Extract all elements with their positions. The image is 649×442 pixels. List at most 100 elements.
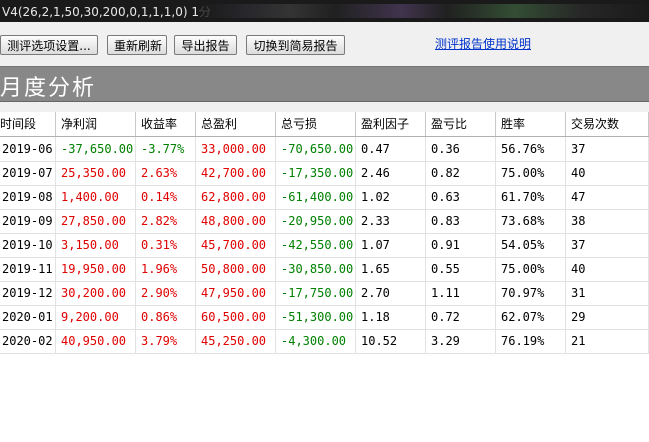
cell-win-rate: 61.70% xyxy=(496,185,566,209)
cell-period: 2019-10 xyxy=(0,233,56,257)
table-row[interactable]: 2019-08 1,400.00 0.14% 62,800.00 -61,400.00 1… xyxy=(0,185,649,210)
report-help-link[interactable]: 测评报告使用说明 xyxy=(435,35,531,52)
cell-profit-factor: 1.02 xyxy=(356,185,426,209)
cell-win-rate: 56.76% xyxy=(496,137,566,161)
cell-period: 2020-01 xyxy=(0,305,56,329)
cell-net-profit: 19,950.00 xyxy=(56,257,136,281)
cell-win-loss-ratio: 1.11 xyxy=(426,281,496,305)
cell-gross-loss: -17,350.00 xyxy=(276,161,356,185)
section-title: 月度分析 xyxy=(0,76,97,101)
table-header: 时间段 净利润 收益率 总盈利 总亏损 盈利因子 盈亏比 胜率 交易次数 xyxy=(0,112,649,137)
cell-profit-factor: 2.70 xyxy=(356,281,426,305)
cell-win-loss-ratio: 0.82 xyxy=(426,161,496,185)
cell-gross-profit: 62,800.00 xyxy=(196,185,276,209)
column-header-gross-profit[interactable]: 总盈利 xyxy=(196,112,276,136)
cell-gross-loss: -51,300.00 xyxy=(276,305,356,329)
cell-win-loss-ratio: 0.91 xyxy=(426,233,496,257)
cell-return-rate: 0.31% xyxy=(136,233,196,257)
cell-return-rate: 2.90% xyxy=(136,281,196,305)
table-row[interactable]: 2020-02 40,950.00 3.79% 45,250.00 -4,300.00 1… xyxy=(0,329,649,354)
cell-profit-factor: 2.46 xyxy=(356,161,426,185)
title-bar: V4(26,2,1,50,30,200,0,1,1,1,0) 1分 xyxy=(0,0,649,22)
cell-return-rate: 1.96% xyxy=(136,257,196,281)
cell-profit-factor: 1.07 xyxy=(356,233,426,257)
cell-win-rate: 73.68% xyxy=(496,209,566,233)
cell-period: 2019-07 xyxy=(0,161,56,185)
column-header-period[interactable]: 时间段 xyxy=(0,112,56,136)
cell-gross-profit: 60,500.00 xyxy=(196,305,276,329)
cell-profit-factor: 0.47 xyxy=(356,137,426,161)
cell-net-profit: 40,950.00 xyxy=(56,329,136,353)
cell-net-profit: 9,200.00 xyxy=(56,305,136,329)
column-header-win-rate[interactable]: 胜率 xyxy=(496,112,566,136)
column-header-return-rate[interactable]: 收益率 xyxy=(136,112,196,136)
switch-simple-report-button[interactable]: 切换到简易报告 xyxy=(246,35,345,55)
cell-trade-count: 47 xyxy=(566,185,649,209)
table-row[interactable]: 2019-07 25,350.00 2.63% 42,700.00 -17,350.00… xyxy=(0,161,649,186)
column-header-net-profit[interactable]: 净利润 xyxy=(56,112,136,136)
cell-gross-profit: 42,700.00 xyxy=(196,161,276,185)
table-row[interactable]: 2019-09 27,850.00 2.82% 48,800.00 -20,950.00… xyxy=(0,209,649,234)
column-header-trade-count[interactable]: 交易次数 xyxy=(566,112,649,136)
cell-gross-loss: -61,400.00 xyxy=(276,185,356,209)
cell-trade-count: 37 xyxy=(566,137,649,161)
cell-trade-count: 31 xyxy=(566,281,649,305)
cell-gross-profit: 50,800.00 xyxy=(196,257,276,281)
cell-win-rate: 62.07% xyxy=(496,305,566,329)
cell-gross-loss: -4,300.00 xyxy=(276,329,356,353)
cell-trade-count: 21 xyxy=(566,329,649,353)
toolbar: 测评选项设置... 重新刷新 导出报告 切换到简易报告 测评报告使用说明 xyxy=(0,22,649,62)
export-report-button[interactable]: 导出报告 xyxy=(174,35,237,55)
cell-net-profit: 27,850.00 xyxy=(56,209,136,233)
cell-period: 2020-02 xyxy=(0,329,56,353)
cell-win-rate: 76.19% xyxy=(496,329,566,353)
title-bar-background xyxy=(200,4,649,18)
cell-trade-count: 29 xyxy=(566,305,649,329)
cell-net-profit: 25,350.00 xyxy=(56,161,136,185)
cell-win-loss-ratio: 3.29 xyxy=(426,329,496,353)
cell-gross-loss: -42,550.00 xyxy=(276,233,356,257)
cell-gross-loss: -17,750.00 xyxy=(276,281,356,305)
cell-gross-profit: 45,250.00 xyxy=(196,329,276,353)
cell-win-loss-ratio: 0.63 xyxy=(426,185,496,209)
cell-gross-profit: 48,800.00 xyxy=(196,209,276,233)
cell-period: 2019-08 xyxy=(0,185,56,209)
cell-net-profit: 3,150.00 xyxy=(56,233,136,257)
column-header-win-loss-ratio[interactable]: 盈亏比 xyxy=(426,112,496,136)
cell-gross-loss: -30,850.00 xyxy=(276,257,356,281)
cell-period: 2019-06 xyxy=(0,137,56,161)
cell-gross-profit: 33,000.00 xyxy=(196,137,276,161)
refresh-button[interactable]: 重新刷新 xyxy=(107,35,167,55)
cell-win-loss-ratio: 0.83 xyxy=(426,209,496,233)
table-row[interactable]: 2019-06 -37,650.00 -3.77% 33,000.00 -70,650.… xyxy=(0,137,649,162)
table-row[interactable]: 2019-11 19,950.00 1.96% 50,800.00 -30,850.00… xyxy=(0,257,649,282)
cell-win-rate: 54.05% xyxy=(496,233,566,257)
column-header-gross-loss[interactable]: 总亏损 xyxy=(276,112,356,136)
table-row[interactable]: 2019-10 3,150.00 0.31% 45,700.00 -42,550.00 1… xyxy=(0,233,649,258)
cell-win-rate: 75.00% xyxy=(496,161,566,185)
cell-trade-count: 40 xyxy=(566,257,649,281)
cell-gross-profit: 47,950.00 xyxy=(196,281,276,305)
cell-win-loss-ratio: 0.55 xyxy=(426,257,496,281)
cell-period: 2019-11 xyxy=(0,257,56,281)
column-header-profit-factor[interactable]: 盈利因子 xyxy=(356,112,426,136)
cell-win-rate: 75.00% xyxy=(496,257,566,281)
cell-win-rate: 70.97% xyxy=(496,281,566,305)
cell-trade-count: 38 xyxy=(566,209,649,233)
cell-gross-loss: -20,950.00 xyxy=(276,209,356,233)
table-row[interactable]: 2019-12 30,200.00 2.90% 47,950.00 -17,750.00… xyxy=(0,281,649,306)
cell-return-rate: 0.86% xyxy=(136,305,196,329)
table-row[interactable]: 2020-01 9,200.00 0.86% 60,500.00 -51,300.00 1… xyxy=(0,305,649,330)
cell-return-rate: -3.77% xyxy=(136,137,196,161)
cell-profit-factor: 2.33 xyxy=(356,209,426,233)
cell-net-profit: 30,200.00 xyxy=(56,281,136,305)
eval-settings-button[interactable]: 测评选项设置... xyxy=(0,35,98,55)
cell-profit-factor: 1.65 xyxy=(356,257,426,281)
cell-profit-factor: 1.18 xyxy=(356,305,426,329)
cell-net-profit: -37,650.00 xyxy=(56,137,136,161)
monthly-analysis-table: 时间段 净利润 收益率 总盈利 总亏损 盈利因子 盈亏比 胜率 交易次数 201… xyxy=(0,112,649,442)
cell-win-loss-ratio: 0.72 xyxy=(426,305,496,329)
window-title: V4(26,2,1,50,30,200,0,1,1,1,0) 1分 xyxy=(2,5,211,19)
cell-trade-count: 37 xyxy=(566,233,649,257)
cell-period: 2019-09 xyxy=(0,209,56,233)
